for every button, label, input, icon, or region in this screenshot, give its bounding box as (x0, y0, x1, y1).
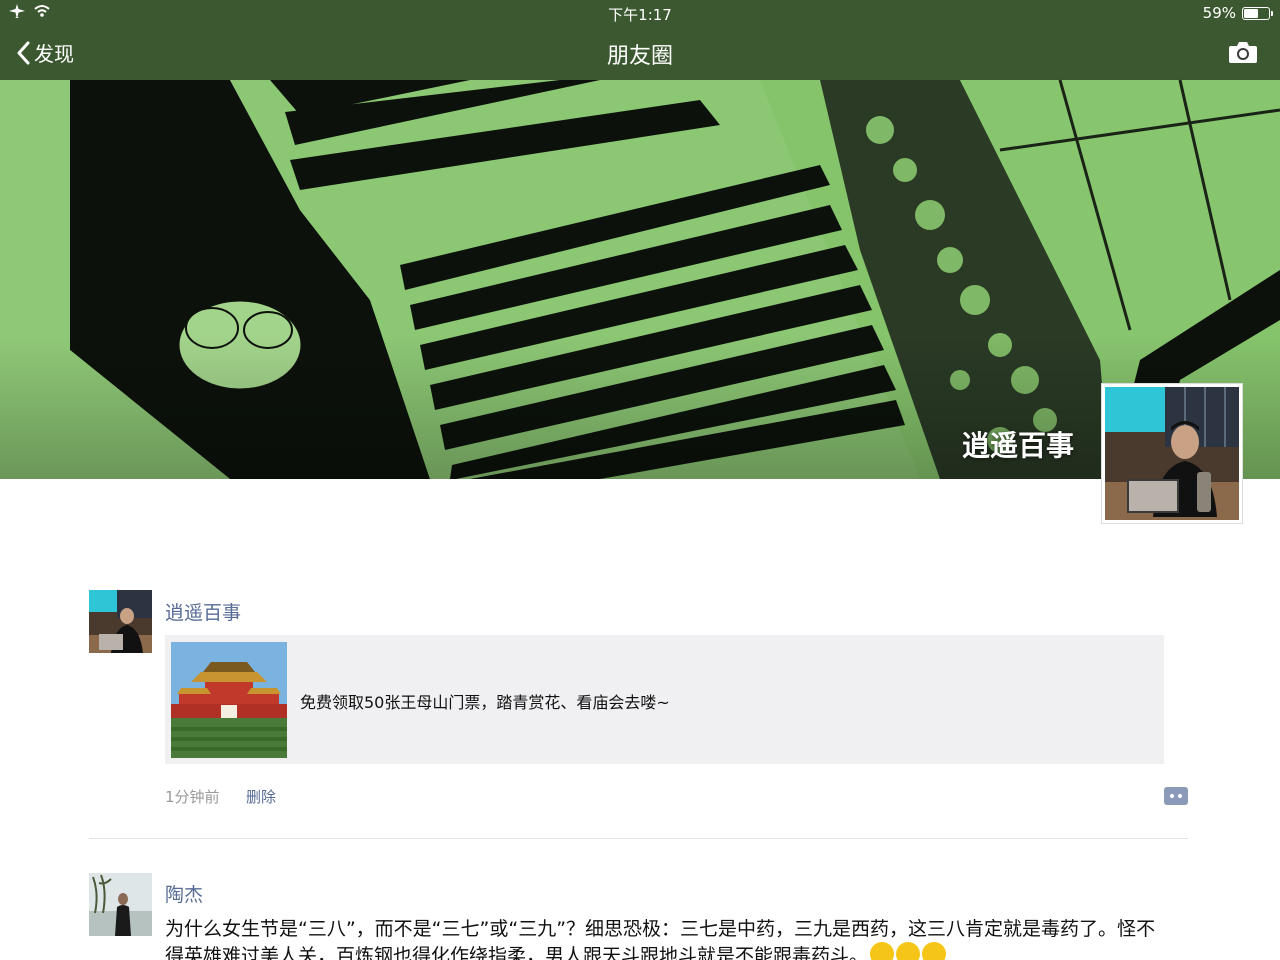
post-avatar[interactable] (89, 590, 152, 653)
chevron-left-icon (17, 41, 30, 64)
battery-icon (1242, 6, 1273, 20)
post-divider (89, 838, 1188, 839)
status-bar: 下午1:17 59% (0, 0, 1280, 26)
avatar-photo (89, 590, 152, 653)
temple-image (171, 642, 287, 758)
post-body: 为什么女生节是“三八”，而不是“三七”或“三九”？细思恐极：三七是中药，三九是西… (165, 918, 1156, 960)
avatar-photo (89, 873, 152, 936)
status-right: 59% (1202, 4, 1273, 22)
battery-fill (1244, 8, 1258, 18)
delete-button[interactable]: 删除 (246, 786, 276, 807)
laughing-emoji-icon (870, 942, 895, 960)
profile-name: 逍遥百事 (961, 429, 1074, 462)
camera-icon (1229, 42, 1257, 63)
post-author[interactable]: 逍遥百事 (165, 598, 241, 625)
profile-avatar[interactable] (1101, 383, 1243, 524)
post-author[interactable]: 陶杰 (165, 880, 203, 907)
avatar-photo (1105, 387, 1239, 520)
comment-icon[interactable] (1164, 787, 1188, 805)
post-text: 为什么女生节是“三八”，而不是“三七”或“三九”？细思恐极：三七是中药，三九是西… (165, 916, 1165, 960)
laughing-emoji-icon (896, 942, 921, 960)
status-time: 下午1:17 (608, 6, 672, 24)
emoji-group (868, 942, 947, 960)
laughing-emoji-icon (922, 942, 947, 960)
camera-button[interactable] (1228, 40, 1258, 68)
share-text: 免费领取50张王母山门票，踏青赏花、看庙会去喽~ (300, 693, 670, 712)
post-avatar[interactable] (89, 873, 152, 936)
shared-link-card[interactable]: 免费领取50张王母山门票，踏青赏花、看庙会去喽~ (165, 635, 1164, 764)
battery-percent: 59% (1202, 4, 1236, 22)
post-time: 1分钟前 (165, 788, 220, 806)
nav-bar: 发现 朋友圈 (0, 26, 1280, 80)
back-label: 发现 (34, 42, 74, 66)
back-button[interactable]: 发现 (16, 38, 74, 67)
moments-page: 下午1:17 59% 发现 朋友圈 逍遥百事 逍遥百事 免费领取50张王母山门票… (0, 0, 1280, 960)
share-thumbnail (171, 642, 287, 758)
page-title: 朋友圈 (606, 44, 673, 69)
